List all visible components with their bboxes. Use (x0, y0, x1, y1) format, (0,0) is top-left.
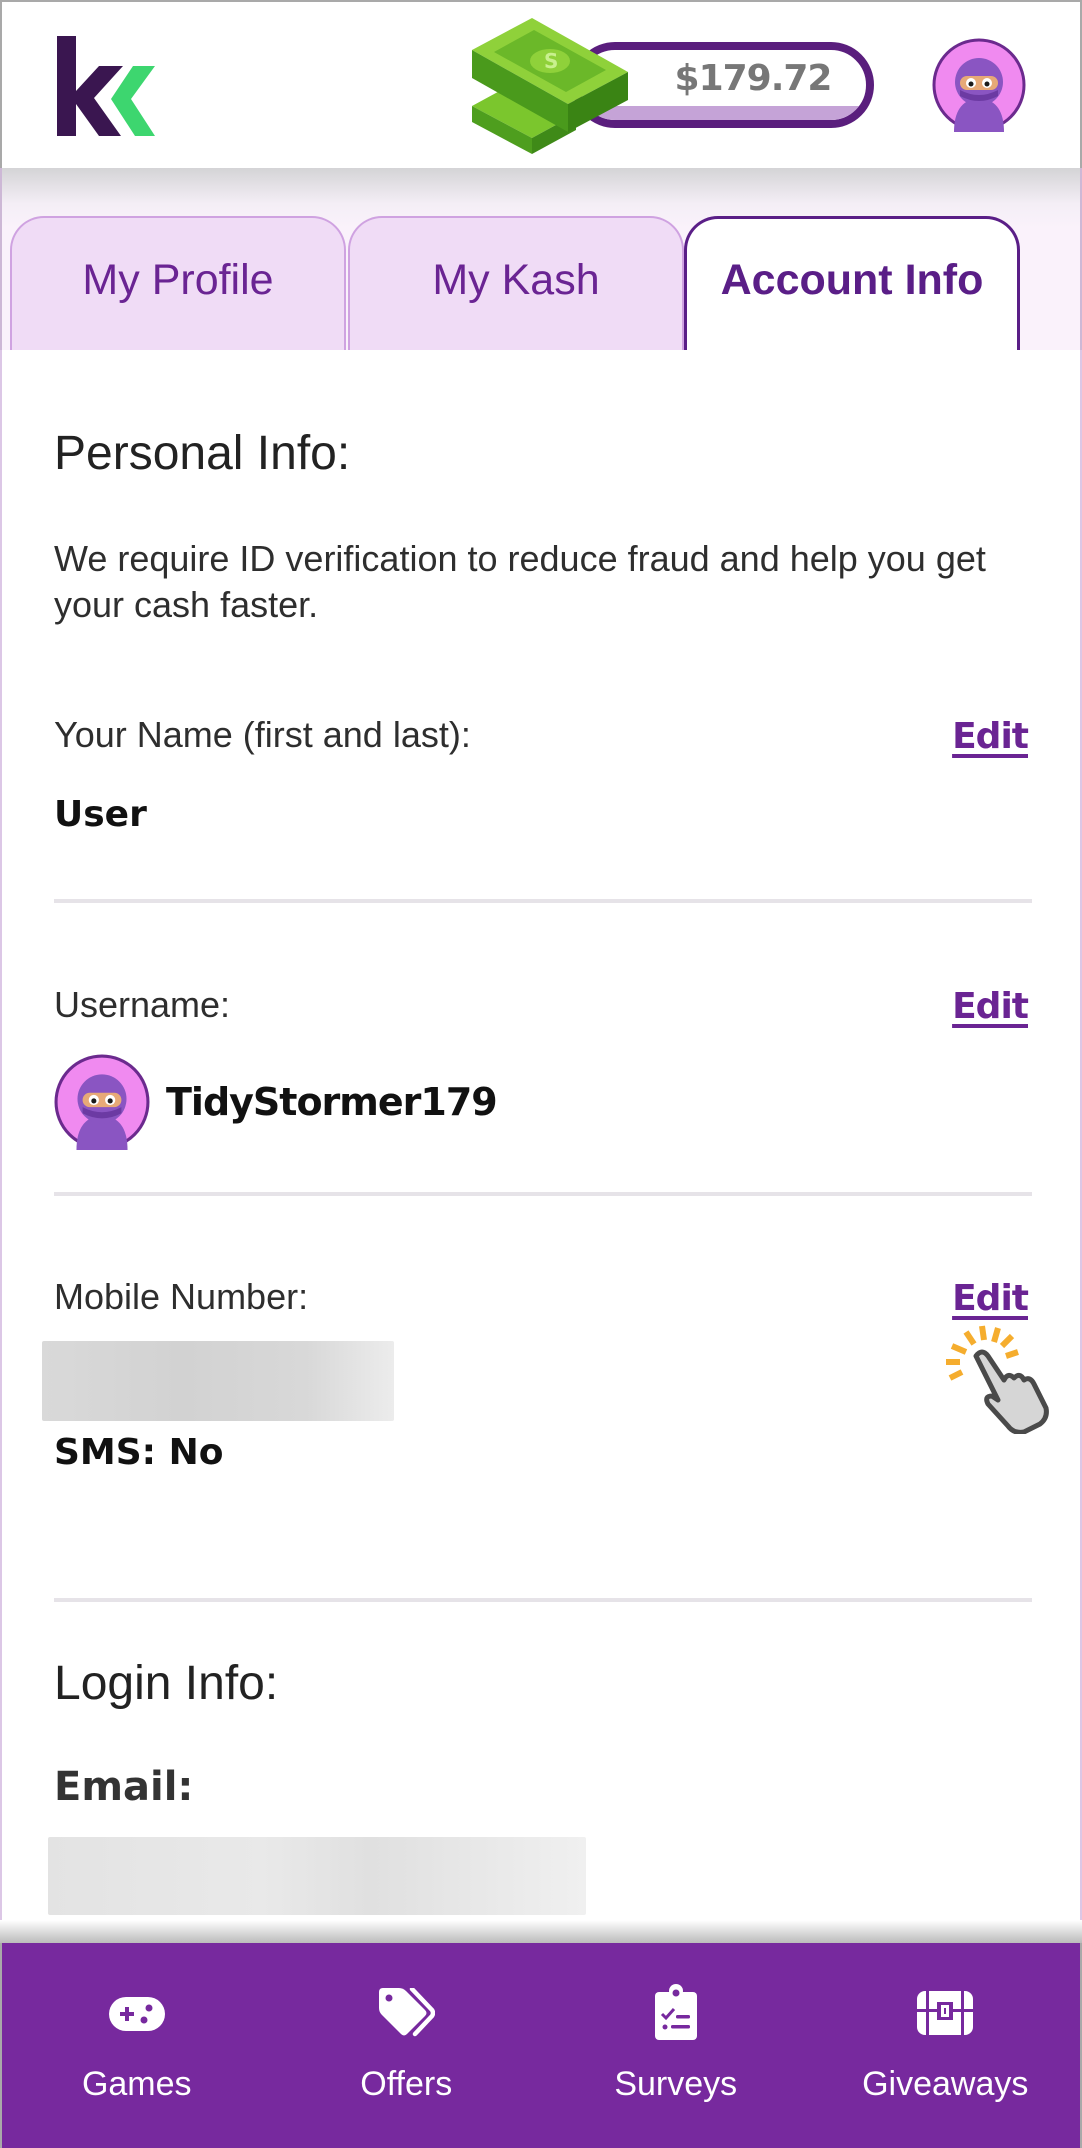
nav-offers-label: Offers (360, 2065, 453, 2103)
kashkick-logo[interactable] (57, 36, 163, 136)
username-row: TidyStormer179 (54, 1054, 498, 1150)
bottom-nav: Games Offers Surveys Giveaways (0, 1943, 1082, 2148)
mobile-number-redacted (42, 1341, 394, 1421)
svg-text:S: S (544, 49, 558, 73)
clipboard-check-icon (644, 1981, 708, 2045)
tab-label: Account Info (720, 256, 984, 304)
bottom-nav-shadow (0, 1920, 1082, 1944)
top-header: $179.72 S (0, 0, 1082, 168)
tab-my-kash[interactable]: My Kash (348, 216, 684, 356)
edit-mobile-link[interactable]: Edit (952, 1278, 1029, 1319)
divider (54, 1192, 1032, 1196)
tags-icon (374, 1981, 438, 2045)
tab-label: My Profile (82, 255, 274, 304)
nav-giveaways-label: Giveaways (862, 2065, 1029, 2103)
name-label: Your Name (first and last): (54, 714, 471, 755)
email-label: Email: (54, 1764, 194, 1810)
email-redacted (48, 1837, 586, 1915)
money-stack-icon: S (472, 18, 628, 154)
username-label: Username: (54, 984, 231, 1025)
balance-widget[interactable]: $179.72 S (472, 14, 876, 154)
tap-hint-icon (946, 1325, 1049, 1434)
tab-label: My Kash (432, 255, 600, 304)
divider (54, 899, 1032, 903)
tab-account-info[interactable]: Account Info (684, 216, 1020, 356)
account-info-panel: Personal Info: We require ID verificatio… (0, 350, 1082, 1944)
personal-info-title: Personal Info: (54, 427, 351, 480)
name-value: User (54, 794, 147, 835)
nav-surveys[interactable]: Surveys (541, 1943, 811, 2148)
nav-surveys-label: Surveys (614, 2065, 738, 2103)
gamepad-icon (105, 1981, 169, 2045)
mobile-label: Mobile Number: (54, 1276, 309, 1317)
username-value: TidyStormer179 (166, 1080, 498, 1124)
tab-my-profile[interactable]: My Profile (10, 216, 346, 356)
nav-giveaways[interactable]: Giveaways (811, 1943, 1081, 2148)
tab-bar: My Profile My Kash Account Info (0, 168, 1082, 356)
nav-games[interactable]: Games (2, 1943, 272, 2148)
sms-status: SMS: No (54, 1432, 224, 1473)
nav-offers[interactable]: Offers (272, 1943, 542, 2148)
edit-name-link[interactable]: Edit (952, 716, 1029, 757)
edit-username-link[interactable]: Edit (952, 986, 1029, 1027)
username-avatar (54, 1054, 150, 1150)
nav-games-label: Games (81, 2065, 192, 2103)
login-info-title: Login Info: (54, 1657, 279, 1710)
treasure-chest-icon (913, 1981, 977, 2045)
profile-avatar[interactable] (932, 38, 1026, 132)
divider (54, 1598, 1032, 1602)
personal-info-description: We require ID verification to reduce fra… (54, 538, 986, 625)
